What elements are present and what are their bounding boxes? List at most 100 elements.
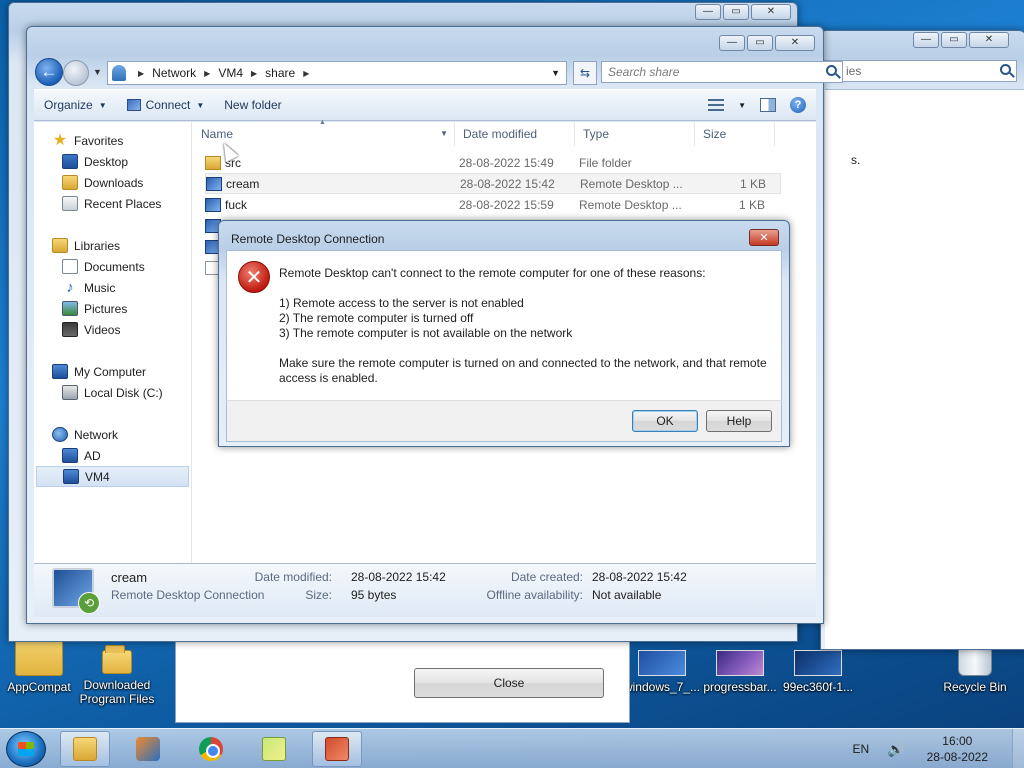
column-header-date[interactable]: Date modified (455, 122, 575, 146)
desktop-icon-downloaded-program-files[interactable]: Downloaded Program Files (77, 645, 157, 706)
start-button[interactable] (6, 731, 46, 767)
file-name: fuck (225, 197, 248, 212)
organize-button[interactable]: Organize ▼ (34, 92, 117, 118)
rdp-file-icon (205, 197, 221, 212)
maximize-button[interactable]: ▭ (723, 4, 749, 20)
file-row[interactable]: fuck 28-08-2022 15:59 Remote Desktop ...… (205, 194, 781, 215)
column-header-name[interactable]: ▲ Name ▼ (193, 119, 455, 146)
column-header-size[interactable]: Size (695, 122, 775, 146)
nav-item-pictures[interactable]: Pictures (34, 298, 191, 319)
chevron-right-icon[interactable]: ▶ (138, 69, 144, 78)
new-folder-button[interactable]: New folder (214, 92, 291, 118)
taskbar-app-explorer[interactable] (60, 731, 110, 767)
details-date-created: 28-08-2022 15:42 (592, 570, 687, 584)
column-header-type[interactable]: Type (575, 122, 695, 146)
desktop-icon-99ec360f[interactable]: 99ec360f-1... (778, 650, 858, 694)
minimize-button[interactable]: — (695, 4, 721, 20)
background-explorer-window[interactable]: — ▭ ✕ ies s. (820, 30, 1024, 650)
command-bar: Organize ▼ Connect ▼ New folder ▼ ? (34, 89, 816, 121)
breadcrumb-share[interactable]: share (265, 66, 295, 80)
dialog-close-button[interactable]: ✕ (749, 229, 779, 246)
reason-3: 3) The remote computer is not available … (279, 326, 573, 340)
chevron-down-icon[interactable]: ▼ (440, 129, 448, 138)
nav-my-computer[interactable]: My Computer (34, 361, 191, 382)
chevron-right-icon[interactable]: ▶ (303, 69, 309, 78)
nav-favorites[interactable]: ★ Favorites (34, 130, 191, 151)
help-button[interactable]: Help (706, 410, 772, 432)
nav-item-desktop[interactable]: Desktop (34, 151, 191, 172)
taskbar-app-chrome[interactable] (186, 731, 236, 767)
back-button[interactable]: ← (35, 58, 63, 86)
nav-libraries[interactable]: Libraries (34, 235, 191, 256)
nav-label: My Computer (74, 364, 147, 379)
chevron-right-icon[interactable]: ▶ (251, 69, 257, 78)
file-row[interactable]: cream 28-08-2022 15:42 Remote Desktop ..… (205, 173, 781, 194)
computer-icon (52, 364, 68, 379)
window-controls: — ▭ ✕ (719, 35, 815, 51)
system-tray: EN 🔊 16:00 28-08-2022 (853, 729, 1024, 768)
nav-network[interactable]: Network (34, 424, 191, 445)
search-input[interactable]: Search share (601, 61, 843, 83)
taskbar-app-media-player[interactable] (123, 731, 173, 767)
file-row[interactable]: src 28-08-2022 15:49 File folder (205, 152, 781, 173)
videos-icon (62, 322, 78, 337)
minimize-button[interactable]: — (913, 32, 939, 48)
desktop-icon-label: windows_7_... (623, 680, 701, 694)
maximize-button[interactable]: ▭ (747, 35, 773, 51)
network-icon (52, 427, 68, 442)
recent-pages-dropdown[interactable]: ▼ (93, 67, 102, 77)
show-desktop-button[interactable] (1012, 729, 1024, 768)
close-window-button[interactable]: ✕ (775, 35, 815, 51)
ok-button[interactable]: OK (632, 410, 698, 432)
clock-time: 16:00 (942, 734, 973, 748)
desktop-icon-progressbar[interactable]: progressbar... (700, 650, 780, 694)
refresh-button[interactable]: ⇆ (573, 61, 597, 85)
close-button[interactable]: Close (414, 668, 604, 698)
preview-pane-icon[interactable] (760, 98, 776, 112)
dialog-content: ✕ Remote Desktop can't connect to the re… (226, 250, 782, 400)
network-location-icon (112, 65, 126, 81)
nav-item-local-disk[interactable]: Local Disk (C:) (34, 382, 191, 403)
nav-item-recent-places[interactable]: Recent Places (34, 193, 191, 214)
partial-text: s. (851, 153, 861, 167)
search-input[interactable]: ies (821, 60, 1017, 82)
maximize-button[interactable]: ▭ (941, 32, 967, 48)
file-name: cream (226, 176, 260, 191)
volume-icon[interactable]: 🔊 (887, 741, 904, 758)
close-window-button[interactable]: ✕ (969, 32, 1009, 48)
nav-item-music[interactable]: ♪ Music (34, 277, 191, 298)
breadcrumb-vm4[interactable]: VM4 (218, 66, 243, 80)
image-thumbnail-icon (638, 650, 686, 676)
minimize-button[interactable]: — (719, 35, 745, 51)
close-window-button[interactable]: ✕ (751, 4, 791, 20)
forward-button[interactable] (63, 60, 89, 86)
dialog-footer: OK Help (226, 400, 782, 442)
language-indicator[interactable]: EN (853, 742, 870, 756)
desktop-icon-windows-7[interactable]: windows_7_... (622, 650, 702, 694)
taskbar-app-sticky-notes[interactable] (249, 731, 299, 767)
help-icon[interactable]: ? (790, 97, 806, 113)
search-partial-text: ies (846, 64, 862, 78)
chevron-down-icon[interactable]: ▼ (738, 101, 746, 110)
clock-date: 28-08-2022 (926, 750, 988, 764)
change-view-icon[interactable] (708, 99, 725, 111)
nav-item-downloads[interactable]: Downloads (34, 172, 191, 193)
error-message: Remote Desktop can't connect to the remo… (279, 266, 706, 280)
breadcrumb-network[interactable]: Network (152, 66, 196, 80)
address-dropdown-icon[interactable]: ▼ (551, 68, 560, 78)
taskbar-app-remote-desktop[interactable] (312, 731, 362, 767)
column-headers: ▲ Name ▼ Date modified Type Size (193, 119, 816, 146)
nav-item-vm4[interactable]: VM4 (36, 466, 189, 487)
desktop-icon-label: Recycle Bin (943, 680, 1007, 694)
rdp-file-icon (206, 176, 222, 191)
clock[interactable]: 16:00 28-08-2022 (927, 733, 988, 765)
connect-button[interactable]: Connect ▼ (117, 92, 215, 118)
nav-item-videos[interactable]: Videos (34, 319, 191, 340)
file-date: 28-08-2022 15:42 (460, 176, 555, 191)
nav-item-ad[interactable]: AD (34, 445, 191, 466)
address-bar[interactable]: ▶ Network ▶ VM4 ▶ share ▶ ▼ (107, 61, 567, 85)
nav-item-documents[interactable]: Documents (34, 256, 191, 277)
chevron-right-icon[interactable]: ▶ (204, 69, 210, 78)
remote-desktop-error-dialog[interactable]: Remote Desktop Connection ✕ ✕ Remote Des… (218, 220, 790, 447)
details-file-name: cream (111, 570, 148, 585)
